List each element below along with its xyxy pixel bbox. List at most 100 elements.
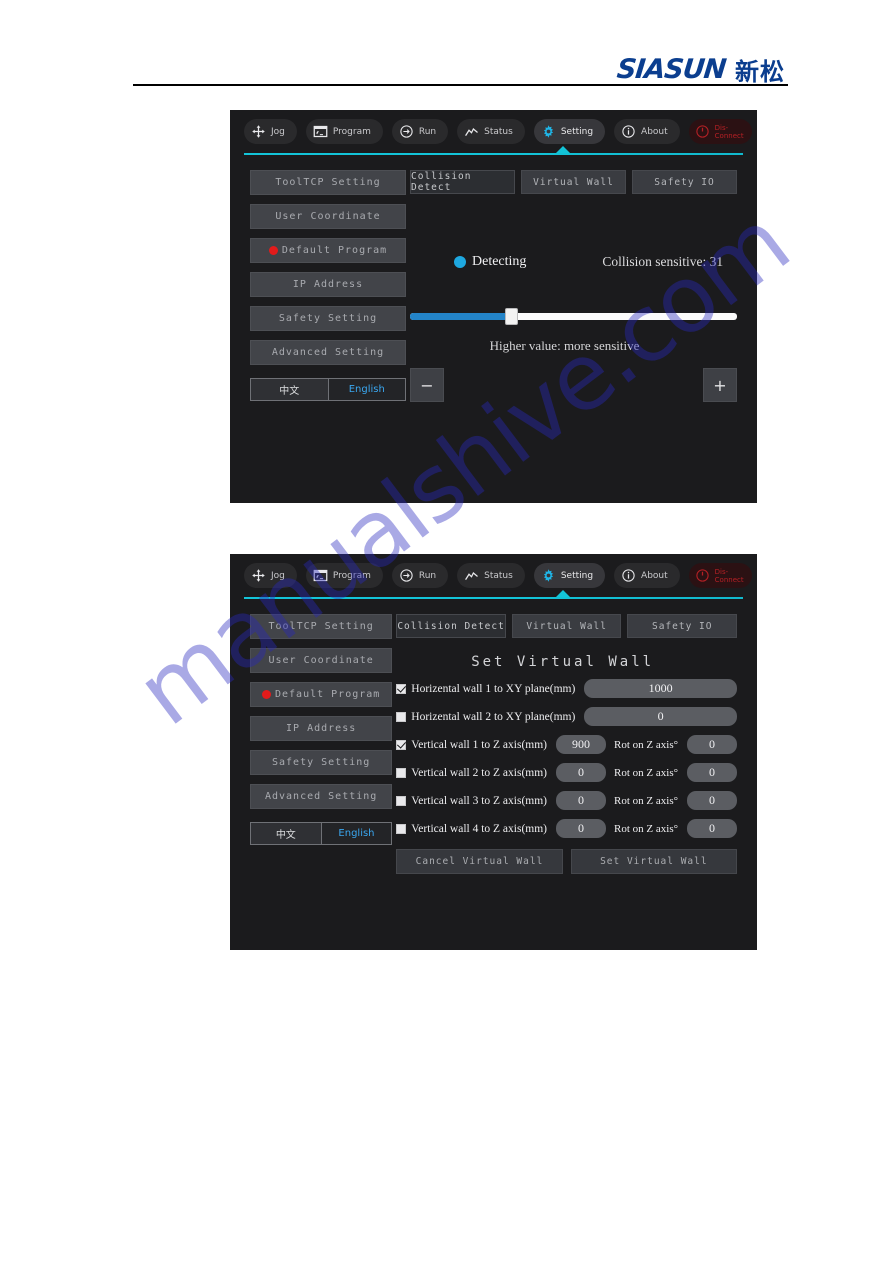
disconnect-label-line2: Connect bbox=[714, 131, 744, 140]
toolbar-label-setting-2: Setting bbox=[560, 570, 594, 581]
tab-safety-io-2[interactable]: Safety IO bbox=[627, 614, 738, 638]
sidebar-2: ToolTCP Setting User Coordinate Default … bbox=[230, 614, 393, 874]
virtual-wall-checkbox-2[interactable] bbox=[396, 711, 407, 722]
tab-collision-detect[interactable]: Collision Detect bbox=[410, 170, 515, 194]
toolbar-active-caret-2 bbox=[556, 590, 570, 597]
virtual-wall-value-input-1[interactable]: 1000 bbox=[584, 679, 737, 698]
sidebar-item-default-program[interactable]: Default Program bbox=[250, 238, 406, 263]
toolbar-label-status-2: Status bbox=[484, 570, 513, 581]
set-virtual-wall-button[interactable]: Set Virtual Wall bbox=[570, 849, 737, 874]
gear-icon bbox=[543, 125, 553, 138]
virtual-wall-label-3: Vertical wall 1 to Z axis(mm) bbox=[411, 738, 548, 751]
toolbar-item-program[interactable]: Program bbox=[305, 119, 383, 144]
siasun-logo: SIASUN 新松 bbox=[615, 52, 785, 87]
tab-virtual-wall[interactable]: Virtual Wall bbox=[521, 170, 626, 194]
gear-icon bbox=[543, 569, 553, 582]
virtual-wall-checkbox-5[interactable] bbox=[396, 795, 407, 806]
virtual-wall-row: Vertical wall 4 to Z axis(mm) 0 Rot on Z a… bbox=[396, 819, 737, 838]
disconnect-label-line1: Dis- bbox=[714, 123, 729, 132]
sidebar-label-tooltcp-setting: ToolTCP Setting bbox=[275, 177, 381, 188]
sidebar-label-default-program: Default Program bbox=[281, 245, 388, 256]
toolbar-item-about[interactable]: About bbox=[614, 119, 680, 144]
language-button-english-2[interactable]: English bbox=[321, 822, 393, 845]
rot-on-z-axis-input-4[interactable]: 0 bbox=[687, 763, 737, 782]
virtual-wall-checkbox-1[interactable] bbox=[396, 683, 407, 694]
run-circle-icon bbox=[400, 125, 413, 138]
virtual-wall-row: Vertical wall 3 to Z axis(mm) 0 Rot on Z a… bbox=[396, 791, 737, 810]
toolbar-item-status-2[interactable]: Status bbox=[457, 563, 525, 588]
rot-on-z-axis-label-4: Rot on Z axis° bbox=[614, 766, 678, 779]
sidebar-label-default-program-2: Default Program bbox=[274, 689, 381, 700]
toolbar-label-run-2: Run bbox=[418, 570, 437, 581]
virtual-wall-value-input-4[interactable]: 0 bbox=[556, 763, 607, 782]
sidebar-item-safety-setting-2[interactable]: Safety Setting bbox=[250, 750, 393, 775]
detecting-status-dot bbox=[454, 256, 466, 268]
default-program-status-dot bbox=[268, 246, 278, 255]
collision-sensitive-readout: Collision sensitive: 31 bbox=[602, 254, 724, 269]
sidebar-item-user-coordinate[interactable]: User Coordinate bbox=[250, 204, 406, 229]
rot-on-z-axis-label-3: Rot on Z axis° bbox=[614, 738, 678, 751]
detecting-label: Detecting bbox=[472, 254, 527, 269]
sidebar-item-ip-address[interactable]: IP Address bbox=[250, 272, 406, 297]
toolbar-item-setting-2[interactable]: Setting bbox=[533, 563, 606, 588]
virtual-wall-value-input-5[interactable]: 0 bbox=[556, 791, 607, 810]
toolbar-item-run-2[interactable]: Run bbox=[391, 563, 449, 588]
toolbar-item-run[interactable]: Run bbox=[391, 119, 449, 144]
virtual-wall-value-input-6[interactable]: 0 bbox=[556, 819, 607, 838]
screenshot-panel-collision-detect: Jog Program Run Status Setting About Dis… bbox=[230, 110, 757, 503]
sidebar-label-safety-setting-2: Safety Setting bbox=[271, 757, 371, 768]
rot-on-z-axis-input-5[interactable]: 0 bbox=[687, 791, 737, 810]
sidebar-item-user-coordinate-2[interactable]: User Coordinate bbox=[250, 648, 393, 673]
panel-body-2: ToolTCP Setting User Coordinate Default … bbox=[230, 600, 757, 874]
virtual-wall-value-input-3[interactable]: 900 bbox=[556, 735, 607, 754]
toolbar-item-about-2[interactable]: About bbox=[614, 563, 680, 588]
toolbar-item-jog-2[interactable]: Jog bbox=[244, 563, 297, 588]
virtual-wall-checkbox-6[interactable] bbox=[396, 823, 407, 834]
toolbar-label-about-2: About bbox=[641, 570, 668, 581]
tab-virtual-wall-2[interactable]: Virtual Wall bbox=[511, 614, 622, 638]
sidebar-item-advanced-setting[interactable]: Advanced Setting bbox=[250, 340, 406, 365]
toolbar-item-setting[interactable]: Setting bbox=[533, 119, 606, 144]
info-circle-icon bbox=[622, 125, 635, 138]
logo-latin-text: SIASUN bbox=[615, 54, 727, 85]
sidebar-item-ip-address-2[interactable]: IP Address bbox=[250, 716, 393, 741]
sensitivity-slider[interactable] bbox=[410, 308, 737, 325]
toolbar-item-program-2[interactable]: Program bbox=[305, 563, 383, 588]
language-button-chinese-2[interactable]: 中文 bbox=[250, 822, 322, 845]
sidebar-label-tooltcp-setting-2: ToolTCP Setting bbox=[268, 621, 374, 632]
sidebar-item-advanced-setting-2[interactable]: Advanced Setting bbox=[250, 784, 393, 809]
toolbar-item-disconnect[interactable]: Dis- Connect bbox=[688, 119, 752, 144]
toolbar-2: Jog Program Run Status Setting About Dis… bbox=[230, 554, 757, 600]
increase-sensitivity-button[interactable]: + bbox=[703, 368, 737, 402]
sidebar-item-safety-setting[interactable]: Safety Setting bbox=[250, 306, 406, 331]
toolbar-item-status[interactable]: Status bbox=[457, 119, 525, 144]
language-button-english[interactable]: English bbox=[328, 378, 406, 401]
sidebar-item-default-program-2[interactable]: Default Program bbox=[250, 682, 393, 707]
virtual-wall-checkbox-4[interactable] bbox=[396, 767, 407, 778]
disconnect-label-line1-2: Dis- bbox=[714, 567, 729, 576]
panel-body: ToolTCP Setting User Coordinate Default … bbox=[230, 156, 757, 402]
program-window-icon bbox=[313, 569, 328, 582]
power-icon bbox=[696, 125, 709, 138]
toolbar-item-jog[interactable]: Jog bbox=[244, 119, 297, 144]
cancel-virtual-wall-button[interactable]: Cancel Virtual Wall bbox=[396, 849, 563, 874]
rot-on-z-axis-label-5: Rot on Z axis° bbox=[614, 794, 678, 807]
sidebar-label-ip-address: IP Address bbox=[292, 279, 364, 290]
header-divider bbox=[133, 84, 788, 86]
language-button-chinese[interactable]: 中文 bbox=[250, 378, 329, 401]
decrease-sensitivity-button[interactable]: − bbox=[410, 368, 444, 402]
tab-bar-2: Collision Detect Virtual Wall Safety IO bbox=[396, 614, 738, 638]
sidebar-label-ip-address-2: IP Address bbox=[286, 723, 357, 734]
toolbar-item-disconnect-2[interactable]: Dis- Connect bbox=[688, 563, 752, 588]
virtual-wall-label-5: Vertical wall 3 to Z axis(mm) bbox=[411, 794, 548, 807]
sidebar-item-tooltcp-setting[interactable]: ToolTCP Setting bbox=[250, 170, 406, 195]
toolbar-accent-line bbox=[244, 153, 743, 155]
tab-collision-detect-2[interactable]: Collision Detect bbox=[396, 614, 506, 638]
rot-on-z-axis-input-3[interactable]: 0 bbox=[687, 735, 737, 754]
tab-safety-io[interactable]: Safety IO bbox=[632, 170, 737, 194]
virtual-wall-value-input-2[interactable]: 0 bbox=[584, 707, 737, 726]
virtual-wall-checkbox-3[interactable] bbox=[396, 739, 407, 750]
slider-knob[interactable] bbox=[505, 308, 519, 325]
sidebar-item-tooltcp-setting-2[interactable]: ToolTCP Setting bbox=[250, 614, 393, 639]
rot-on-z-axis-input-6[interactable]: 0 bbox=[687, 819, 737, 838]
